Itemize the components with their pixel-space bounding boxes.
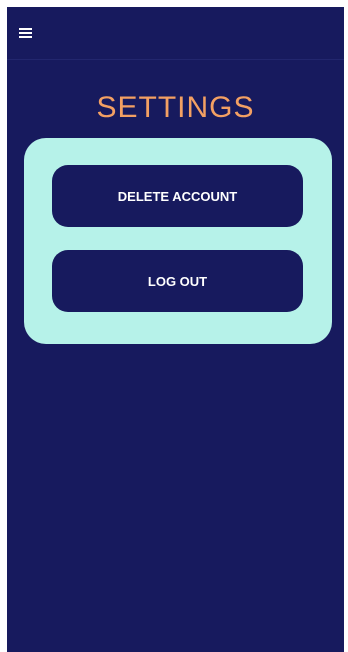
logout-button[interactable]: LOG OUT [52,250,303,312]
app-screen: SETTINGS DELETE ACCOUNT LOG OUT [7,7,344,652]
delete-account-button[interactable]: DELETE ACCOUNT [52,165,303,227]
menu-button[interactable] [16,23,36,43]
app-bar [7,7,344,60]
delete-account-label: DELETE ACCOUNT [117,188,238,204]
page-title: SETTINGS [96,91,255,124]
hamburger-menu-icon [19,28,32,38]
settings-card: DELETE ACCOUNT LOG OUT [24,138,332,344]
logout-label: LOG OUT [147,273,208,289]
